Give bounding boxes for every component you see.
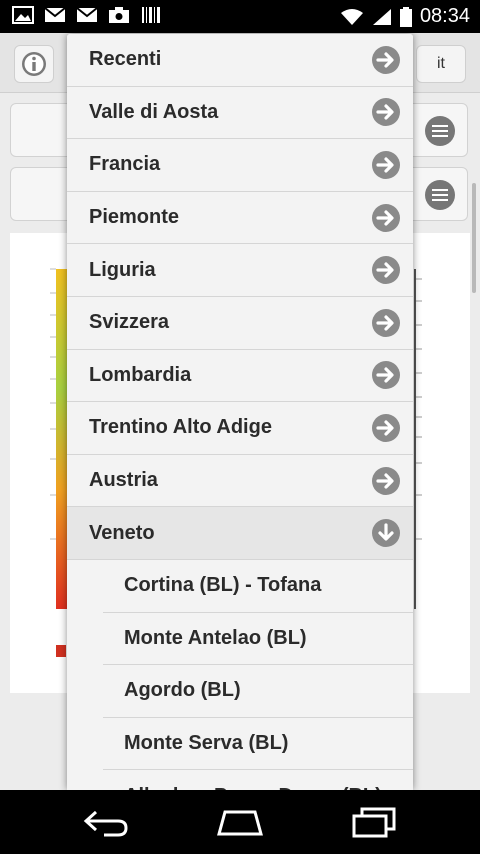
station-item[interactable]: Monte Antelao (BL) <box>103 612 413 666</box>
region-item[interactable]: Recenti <box>67 34 413 87</box>
region-list: Recenti Valle di Aosta Francia Piemonte Ligu… <box>67 34 413 560</box>
mail-icon <box>76 7 98 22</box>
arrow-right-icon <box>372 45 400 74</box>
info-icon <box>22 52 46 76</box>
camera-icon <box>109 7 129 23</box>
station-item-label: Monte Serva (BL) <box>124 732 289 755</box>
home-icon[interactable] <box>215 804 265 840</box>
region-item[interactable]: Trentino Alto Adige <box>67 402 413 455</box>
region-dropdown[interactable]: Recenti Valle di Aosta Francia Piemonte Ligu… <box>67 34 413 790</box>
region-item-label: Svizzera <box>89 311 170 334</box>
signal-icon <box>372 8 391 25</box>
arrow-right-icon <box>372 150 400 179</box>
arrow-right-icon <box>372 203 400 232</box>
arrow-down-icon <box>372 519 400 548</box>
info-button[interactable] <box>14 45 54 83</box>
region-item[interactable]: Valle di Aosta <box>67 86 413 140</box>
region-item[interactable]: Lombardia <box>67 349 413 403</box>
region-item[interactable]: Austria <box>67 454 413 508</box>
arrow-right-icon <box>372 98 400 127</box>
mail-icon <box>44 7 66 22</box>
arrow-right-icon <box>372 413 400 442</box>
region-item[interactable]: Liguria <box>67 244 413 297</box>
station-item-label: Agordo (BL) <box>124 679 241 702</box>
station-item[interactable]: Agordo (BL) <box>103 665 413 718</box>
region-item-label: Veneto <box>89 521 155 544</box>
menu-icon <box>425 116 455 146</box>
status-bar: 08:34 <box>0 0 480 33</box>
region-item-label: Lombardia <box>89 363 192 386</box>
image-icon <box>12 6 34 24</box>
arrow-right-icon <box>372 466 400 495</box>
region-item-label: Trentino Alto Adige <box>89 416 272 439</box>
arrow-right-icon <box>372 256 400 285</box>
menu-icon <box>425 180 455 210</box>
clock: 08:34 <box>419 5 470 27</box>
region-item-label: Liguria <box>89 258 156 281</box>
region-item[interactable]: Francia <box>67 139 413 192</box>
station-item-label: Monte Antelao (BL) <box>124 626 307 649</box>
region-item[interactable]: Svizzera <box>67 296 413 350</box>
recent-apps-icon[interactable] <box>350 804 400 840</box>
veneto-station-list: Cortina (BL) - Tofana Monte Antelao (BL) A… <box>103 559 413 790</box>
language-button[interactable]: it <box>416 45 466 83</box>
battery-icon <box>399 6 412 27</box>
region-item-label: Recenti <box>89 48 162 71</box>
region-item[interactable]: Veneto <box>67 507 413 560</box>
region-item-label: Valle di Aosta <box>89 100 219 123</box>
back-icon[interactable] <box>82 804 132 840</box>
station-item[interactable]: Monte Serva (BL) <box>103 717 413 771</box>
station-item[interactable]: Cortina (BL) - Tofana <box>103 559 413 613</box>
region-item-label: Piemonte <box>89 206 180 229</box>
navigation-bar <box>0 790 480 854</box>
region-item-label: Austria <box>89 469 158 492</box>
region-item[interactable]: Piemonte <box>67 191 413 245</box>
page-scrollbar[interactable] <box>472 183 476 293</box>
barcode-icon <box>142 7 160 23</box>
arrow-right-icon <box>372 361 400 390</box>
region-item-label: Francia <box>89 153 161 176</box>
wifi-icon <box>340 8 363 25</box>
station-item[interactable]: Alleghe - Passo Duran (BL) <box>103 770 413 790</box>
station-item-label: Cortina (BL) - Tofana <box>124 574 322 597</box>
arrow-right-icon <box>372 308 400 337</box>
